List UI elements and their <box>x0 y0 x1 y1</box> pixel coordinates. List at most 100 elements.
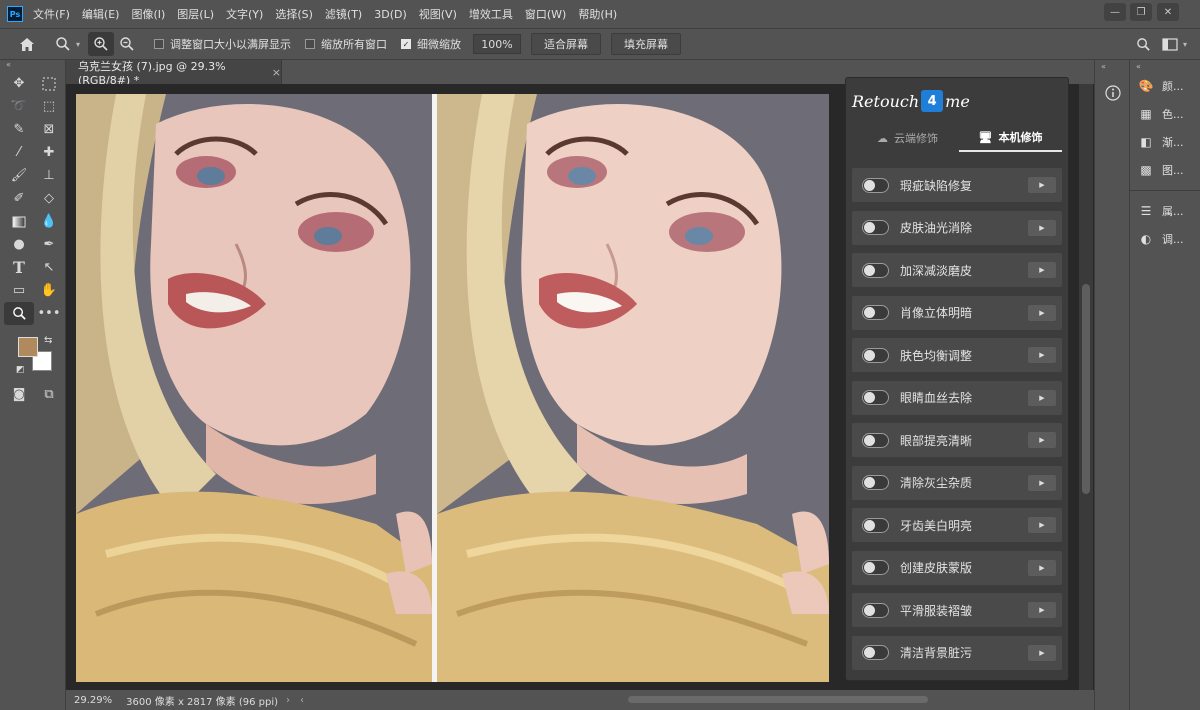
panel-properties[interactable]: ☰ 属... <box>1130 197 1200 225</box>
minimize-button[interactable]: — <box>1104 3 1126 21</box>
collapse-icon[interactable]: « <box>0 60 65 72</box>
search-icon[interactable] <box>1130 32 1156 56</box>
eraser-tool-icon[interactable]: ◇ <box>34 187 64 210</box>
tab-cloud-retouch[interactable]: ☁ 云端修饰 <box>856 124 959 152</box>
menu-select[interactable]: 选择(S) <box>275 6 313 22</box>
play-icon[interactable]: ▶ <box>1028 262 1056 278</box>
horizontal-scroll-thumb[interactable] <box>628 696 928 703</box>
history-brush-tool-icon[interactable]: ✐ <box>4 187 34 210</box>
panel-swatches[interactable]: ▦ 色... <box>1130 100 1200 128</box>
zoom-out-icon[interactable] <box>114 32 140 56</box>
function-toggle[interactable] <box>862 262 889 278</box>
zoom-in-icon[interactable] <box>88 32 115 56</box>
menu-plugins[interactable]: 增效工具 <box>469 6 513 22</box>
move-tool-icon[interactable]: ✥ <box>4 72 34 95</box>
quick-mask-icon[interactable]: ◙ <box>4 383 34 406</box>
chevron-right-icon[interactable]: › <box>286 695 290 706</box>
menu-layer[interactable]: 图层(L) <box>177 6 214 22</box>
zoom-all-windows-checkbox[interactable]: 缩放所有窗口 <box>305 36 387 52</box>
function-toggle[interactable] <box>862 517 889 533</box>
function-toggle[interactable] <box>862 560 889 575</box>
eyedropper-tool-icon[interactable]: ✎ <box>4 118 34 141</box>
panel-color[interactable]: 🎨 颜... <box>1130 72 1200 100</box>
type-tool-icon[interactable]: T <box>4 256 34 279</box>
play-icon[interactable]: ▶ <box>1028 347 1056 363</box>
play-icon[interactable]: ▶ <box>1028 389 1056 406</box>
home-icon[interactable] <box>14 32 40 56</box>
play-icon[interactable]: ▶ <box>1028 602 1056 618</box>
brush-tool-icon[interactable]: 🖌 <box>4 164 34 187</box>
menu-image[interactable]: 图像(I) <box>131 6 165 22</box>
workspace-icon[interactable] <box>1157 32 1183 56</box>
eyedropper-alt-tool-icon[interactable]: ⁄ <box>4 141 34 164</box>
checkbox-box[interactable] <box>154 39 165 49</box>
play-icon[interactable]: ▶ <box>1028 177 1056 193</box>
play-icon[interactable]: ▶ <box>1028 644 1056 661</box>
tab-local-retouch[interactable]: 🖥 本机修饰 <box>959 124 1062 152</box>
expand-icon[interactable]: « <box>1130 60 1200 72</box>
lasso-tool-icon[interactable]: ➰ <box>4 95 34 118</box>
document-tab[interactable]: 乌克兰女孩 (7).jpg @ 29.3%(RGB/8#) * × <box>66 60 282 87</box>
zoom-percent-field[interactable]: 100% <box>473 34 522 54</box>
panel-adjustments[interactable]: ◐ 调... <box>1130 225 1200 253</box>
vertical-scroll-thumb[interactable] <box>1082 284 1090 494</box>
function-toggle[interactable] <box>862 645 889 660</box>
chevron-down-icon[interactable]: ▾ <box>76 40 80 49</box>
resize-windows-checkbox[interactable]: 调整窗口大小以满屏显示 <box>154 36 291 52</box>
play-icon[interactable]: ▶ <box>1028 304 1056 321</box>
foreground-color-swatch[interactable] <box>18 337 38 357</box>
close-icon[interactable]: × <box>272 66 281 79</box>
panel-patterns[interactable]: ▩ 图... <box>1130 156 1200 184</box>
function-toggle[interactable] <box>862 305 889 320</box>
menu-filter[interactable]: 滤镜(T) <box>325 6 362 22</box>
expand-icon[interactable]: « <box>1095 60 1129 72</box>
checkmark-icon[interactable]: ✓ <box>401 39 412 49</box>
zoom-tool-preset-icon[interactable] <box>50 32 76 56</box>
menu-3d[interactable]: 3D(D) <box>374 8 407 21</box>
checkbox-box[interactable] <box>305 39 316 49</box>
rectangle-tool-icon[interactable]: ▭ <box>4 279 34 302</box>
play-icon[interactable]: ▶ <box>1028 432 1056 448</box>
menu-type[interactable]: 文字(Y) <box>226 6 263 22</box>
menu-window[interactable]: 窗口(W) <box>525 6 566 22</box>
play-icon[interactable]: ▶ <box>1028 559 1056 576</box>
play-icon[interactable]: ▶ <box>1028 517 1056 533</box>
object-selection-tool-icon[interactable]: ⬚ <box>34 95 64 118</box>
close-window-button[interactable]: ✕ <box>1157 3 1179 21</box>
function-toggle[interactable] <box>862 475 889 490</box>
swap-colors-icon[interactable]: ⇆ <box>44 335 52 346</box>
path-selection-tool-icon[interactable]: ↖ <box>34 256 64 279</box>
function-toggle[interactable] <box>862 432 889 448</box>
frame-tool-icon[interactable]: ⊠ <box>34 118 64 141</box>
function-toggle[interactable] <box>862 220 889 235</box>
scroll-left-icon[interactable]: ‹ <box>300 695 304 706</box>
function-toggle[interactable] <box>862 390 889 405</box>
play-icon[interactable]: ▶ <box>1028 474 1056 491</box>
more-tools-icon[interactable]: ••• <box>34 302 64 325</box>
healing-brush-tool-icon[interactable]: ✚ <box>34 141 64 164</box>
zoom-level[interactable]: 29.29% <box>74 695 112 706</box>
zoom-tool-icon[interactable] <box>4 302 34 325</box>
fit-screen-button[interactable]: 适合屏幕 <box>531 33 602 55</box>
menu-file[interactable]: 文件(F) <box>33 6 70 22</box>
screen-mode-icon[interactable]: ⧉ <box>34 383 64 406</box>
hand-tool-icon[interactable]: ✋ <box>34 279 64 302</box>
vertical-scrollbar[interactable] <box>1079 84 1093 690</box>
pen-tool-icon[interactable]: ✒ <box>34 233 64 256</box>
marquee-tool-icon[interactable] <box>34 72 64 95</box>
default-colors-icon[interactable]: ◩ <box>16 365 25 375</box>
menu-edit[interactable]: 编辑(E) <box>82 6 120 22</box>
fill-screen-button[interactable]: 填充屏幕 <box>611 33 682 55</box>
blur-tool-icon[interactable]: 💧 <box>34 210 64 233</box>
info-icon[interactable] <box>1098 80 1128 106</box>
menu-view[interactable]: 视图(V) <box>419 6 457 22</box>
scrubby-zoom-checkbox[interactable]: ✓ 细微缩放 <box>401 36 461 52</box>
function-toggle[interactable] <box>862 347 889 363</box>
dodge-tool-icon[interactable]: ● <box>4 233 34 256</box>
panel-gradients[interactable]: ◧ 渐... <box>1130 128 1200 156</box>
function-toggle[interactable] <box>862 177 889 193</box>
chevron-down-icon[interactable]: ▾ <box>1183 40 1187 49</box>
restore-button[interactable]: ❐ <box>1130 3 1152 21</box>
gradient-tool-icon[interactable] <box>4 210 34 233</box>
photoshop-logo[interactable]: Ps <box>7 6 23 22</box>
